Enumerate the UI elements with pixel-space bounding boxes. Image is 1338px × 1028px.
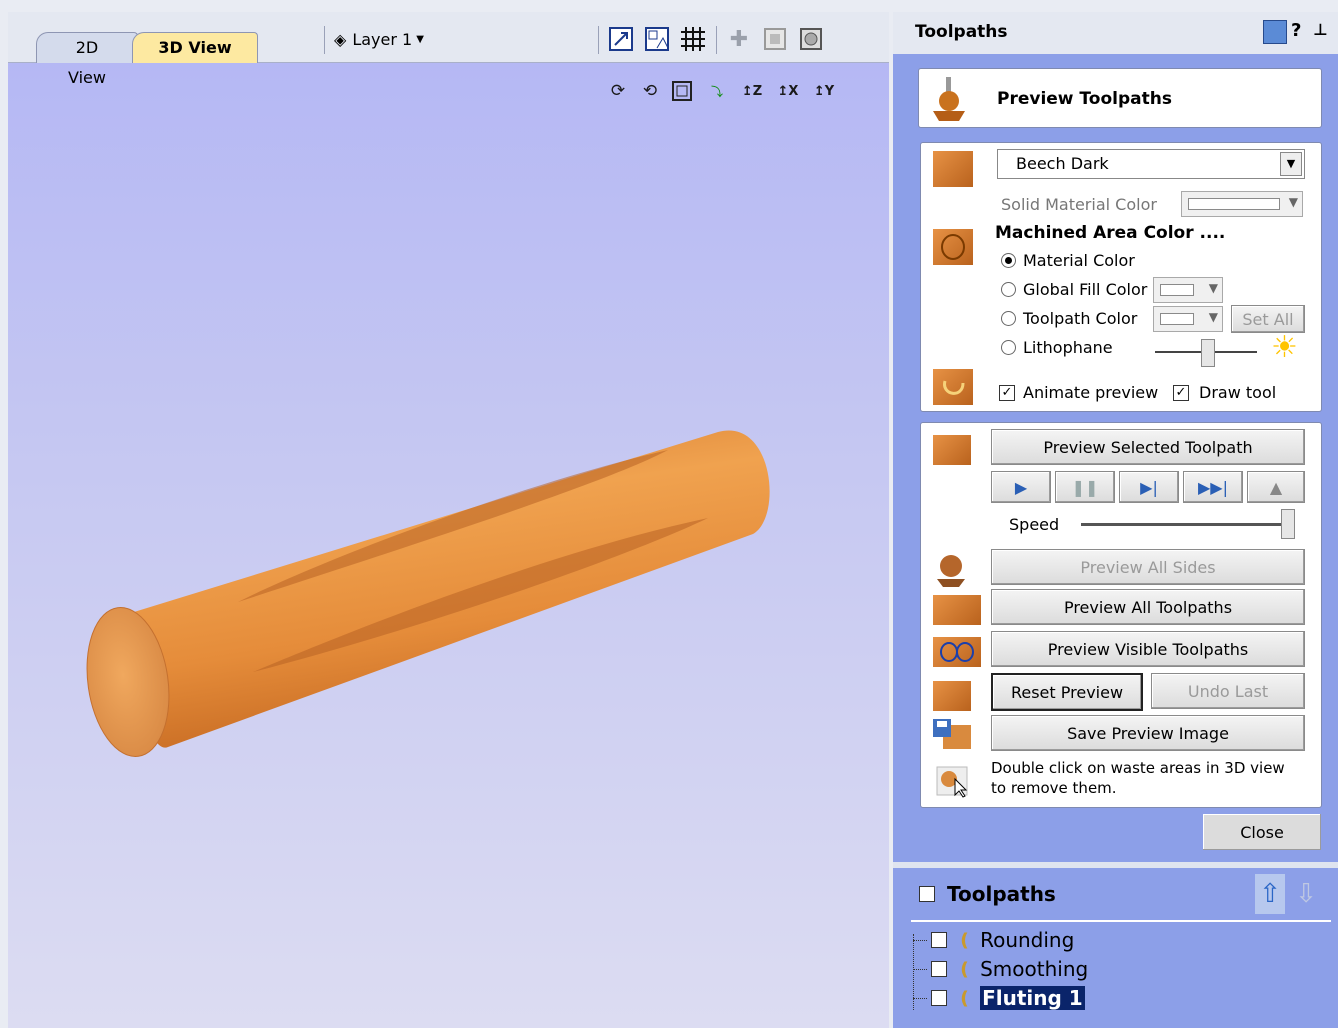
solid-material-color-picker[interactable]: ▼ (1181, 191, 1303, 217)
toolpath-list: Toolpaths ⇧ ⇩ ❪ Rounding ❪ Smoothing ❪ F… (893, 868, 1338, 1028)
machined-area-icon (933, 229, 973, 265)
button-label: Preview Selected Toolpath (1043, 437, 1253, 457)
step-forward-icon: ▶| (1140, 477, 1158, 497)
draw-tool-checkbox[interactable]: ✓ (1173, 385, 1189, 401)
log-body (86, 430, 770, 757)
fast-forward-icon: ▶▶| (1198, 477, 1228, 497)
toolpath-visibility-checkbox[interactable] (931, 932, 947, 948)
preview-visible-toolpaths-button[interactable]: Preview Visible Toolpaths (991, 631, 1305, 667)
animate-preview-checkbox[interactable]: ✓ (999, 385, 1015, 401)
toolpath-label: Smoothing (980, 957, 1089, 981)
option-label: Toolpath Color (1023, 309, 1138, 328)
toolpaths-panel: Toolpaths ? ⊥ Preview Toolpaths Beech Da… (893, 12, 1338, 1028)
material-select[interactable]: Beech Dark ▼ (997, 149, 1305, 179)
3d-model-render (86, 430, 770, 757)
move-up-arrow-icon[interactable]: ⇧ (1255, 874, 1285, 914)
toolpath-item-rounding[interactable]: ❪ Rounding (913, 926, 1074, 954)
speed-slider-track[interactable] (1081, 523, 1293, 526)
toolpath-item-smoothing[interactable]: ❪ Smoothing (913, 955, 1088, 983)
eject-icon: ▲ (1269, 477, 1283, 497)
preview-selected-icon (933, 435, 971, 465)
preview-tool-icon (929, 77, 969, 121)
lithophane-slider-thumb[interactable] (1201, 339, 1215, 367)
preview-all-toolpaths-icon (933, 595, 981, 625)
close-button[interactable]: Close (1203, 814, 1321, 850)
reset-preview-button[interactable]: Reset Preview (991, 673, 1143, 711)
material-card: Beech Dark ▼ Solid Material Color ▼ Mach… (920, 142, 1322, 412)
speed-label: Speed (1009, 515, 1060, 534)
help-icon[interactable]: ? (1291, 20, 1301, 41)
radio-toolpath-color[interactable] (1001, 311, 1016, 326)
reset-preview-icon (933, 681, 971, 711)
preview-visible-toolpaths-icon (933, 637, 981, 667)
play-button[interactable]: ▶ (991, 471, 1051, 503)
step-button[interactable]: ▶| (1119, 471, 1179, 503)
3d-viewport[interactable]: 2D View 3D View ◈ Layer 1 ▼ ✚ ⟳ ⟲ ⤵ ↥Z ↥… (8, 12, 889, 1028)
button-label: Undo Last (1187, 681, 1269, 701)
toolpath-visibility-checkbox[interactable] (931, 990, 947, 1006)
move-down-arrow-icon[interactable]: ⇩ (1291, 874, 1321, 914)
drill-bit-icon: ❪ (957, 987, 973, 1009)
radio-material-color[interactable] (1001, 253, 1016, 268)
preview-title: Preview Toolpaths (997, 89, 1172, 109)
reset-to-start-button[interactable]: ▲ (1247, 471, 1305, 503)
hint-text-line1: Double click on waste areas in 3D view (991, 759, 1285, 777)
toolpath-label: Rounding (980, 928, 1075, 952)
dock-icon[interactable] (1263, 20, 1287, 44)
panel-title: Toolpaths (915, 22, 1008, 42)
drill-bit-icon: ❪ (957, 958, 973, 980)
machined-area-heading: Machined Area Color .... (995, 223, 1226, 243)
button-label: Close (1240, 822, 1284, 842)
light-sun-icon: ☀ (1271, 330, 1298, 365)
preview-selected-toolpath-button[interactable]: Preview Selected Toolpath (991, 429, 1305, 465)
preview-actions-card: Preview Selected Toolpath ▶ ❚❚ ▶| ▶▶| ▲ … (920, 422, 1322, 808)
button-label: Save Preview Image (1067, 723, 1229, 743)
preview-header-card: Preview Toolpaths (918, 68, 1322, 128)
preview-all-sides-icon (933, 553, 969, 587)
material-select-value: Beech Dark (1016, 154, 1109, 173)
drill-bit-icon: ❪ (957, 929, 973, 951)
button-label: Preview All Sides (1080, 557, 1216, 577)
toggle-all-checkbox[interactable] (919, 886, 935, 902)
button-label: Preview All Toolpaths (1063, 597, 1233, 617)
material-icon (933, 151, 973, 187)
button-label: Reset Preview (1010, 682, 1124, 702)
toolpath-label-selected: Fluting 1 (980, 986, 1085, 1010)
pin-icon[interactable]: ⊥ (1313, 20, 1328, 39)
play-icon: ▶ (1014, 477, 1028, 497)
speed-slider-thumb[interactable] (1281, 509, 1295, 539)
save-preview-image-button[interactable]: Save Preview Image (991, 715, 1305, 751)
preview-all-toolpaths-button[interactable]: Preview All Toolpaths (991, 589, 1305, 625)
button-label: Set All (1242, 309, 1294, 329)
toolpath-color-picker[interactable]: ▼ (1153, 306, 1223, 332)
button-label: Preview Visible Toolpaths (1047, 639, 1249, 659)
chevron-down-icon[interactable]: ▼ (1280, 152, 1302, 176)
preview-all-sides-button[interactable]: Preview All Sides (991, 549, 1305, 585)
pause-button[interactable]: ❚❚ (1055, 471, 1115, 503)
toolpath-item-fluting-1[interactable]: ❪ Fluting 1 (913, 984, 1085, 1012)
save-image-icon (931, 717, 973, 751)
radio-lithophane[interactable] (1001, 340, 1016, 355)
toolpath-visibility-checkbox[interactable] (931, 961, 947, 977)
divider (911, 920, 1331, 922)
skip-to-end-button[interactable]: ▶▶| (1183, 471, 1243, 503)
checkbox-label: Animate preview (1023, 383, 1159, 402)
undo-last-button[interactable]: Undo Last (1151, 673, 1305, 709)
global-fill-color-picker[interactable]: ▼ (1153, 277, 1223, 303)
checkbox-label: Draw tool (1199, 383, 1277, 402)
radio-global-fill-color[interactable] (1001, 282, 1016, 297)
remove-waste-icon (935, 765, 973, 799)
toolpath-list-title: Toolpaths (947, 882, 1056, 906)
pause-icon: ❚❚ (1071, 477, 1099, 497)
panel-header: Toolpaths ? ⊥ (893, 12, 1338, 54)
option-label: Global Fill Color (1023, 280, 1148, 299)
set-all-button[interactable]: Set All (1231, 305, 1305, 333)
solid-material-color-label: Solid Material Color (1001, 195, 1157, 214)
animate-icon (933, 369, 973, 405)
hint-text-line2: to remove them. (991, 779, 1117, 797)
option-label: Material Color (1023, 251, 1135, 270)
option-label: Lithophane (1023, 338, 1113, 357)
